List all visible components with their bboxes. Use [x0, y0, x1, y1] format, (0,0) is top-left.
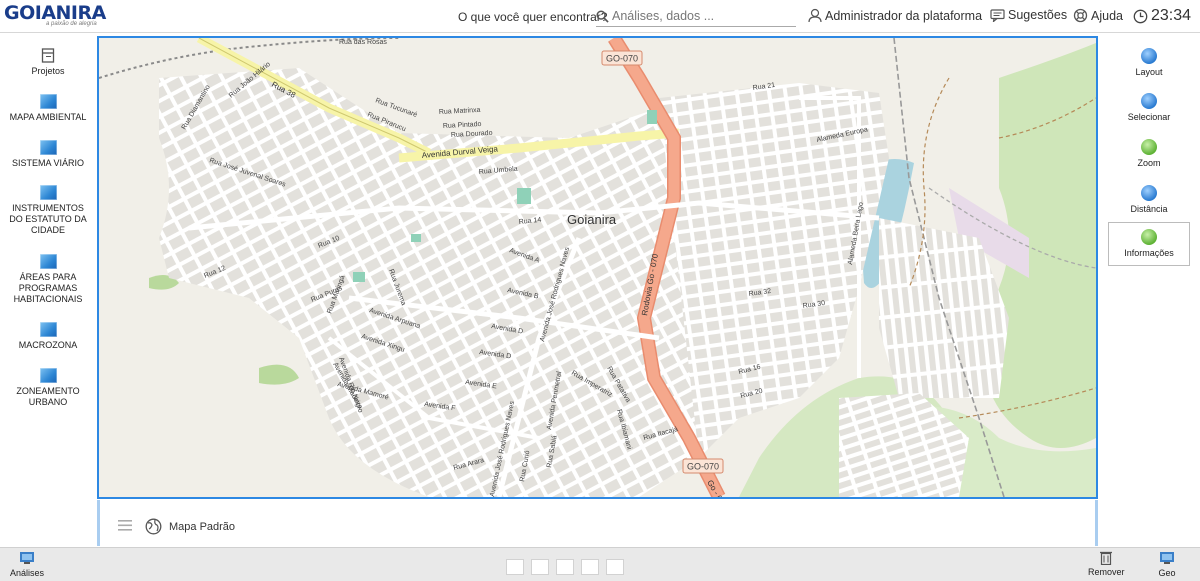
pool: [411, 234, 421, 242]
top-header: GOIANIRA a paixão de alegria O que você …: [0, 0, 1200, 33]
hamburger-menu-icon[interactable]: [118, 520, 132, 531]
nav-label: ZONEAMENTO URBANO: [16, 386, 80, 407]
nav-areas-habitacionais[interactable]: ÁREAS PARA PROGRAMAS HABITACIONAIS: [0, 254, 96, 305]
clock-time: 23:34: [1151, 7, 1192, 24]
clock: 23:34: [1133, 7, 1191, 25]
globe-icon: [145, 518, 162, 535]
user-icon: [808, 8, 822, 23]
folder-icon: [39, 185, 57, 200]
pool: [353, 272, 365, 282]
geo-label: Geo: [1158, 568, 1176, 578]
geo-button[interactable]: Geo: [1158, 550, 1176, 578]
folder-icon: [39, 368, 57, 383]
city-label: Goianira: [567, 212, 617, 227]
search-input[interactable]: [612, 9, 792, 23]
svg-text:GO-070: GO-070: [606, 54, 638, 64]
folder-icon: [39, 254, 57, 269]
help-label: Ajuda: [1091, 8, 1123, 23]
nav-sistema-viario[interactable]: SISTEMA VIÁRIO: [0, 140, 96, 169]
distance-icon: [1141, 185, 1157, 201]
analyses-button[interactable]: Análises: [10, 550, 44, 578]
bottom-bar: Análises Remover Geo: [0, 547, 1200, 581]
nav-label: ÁREAS PARA PROGRAMAS HABITACIONAIS: [13, 272, 83, 304]
right-sidebar: Layout Selecionar Zoom Distância Informa…: [1100, 34, 1200, 546]
pager-slot[interactable]: [581, 559, 599, 575]
user-label: Administrador da plataforma: [825, 8, 983, 23]
help-button[interactable]: Ajuda: [1073, 8, 1123, 23]
pager-slot[interactable]: [531, 559, 549, 575]
clock-icon: [1133, 9, 1148, 23]
suggestions-button[interactable]: Sugestões: [990, 8, 1067, 22]
nav-label: SISTEMA VIÁRIO: [11, 158, 85, 168]
user-menu[interactable]: Administrador da plataforma: [808, 8, 982, 23]
nav-mapa-ambiental[interactable]: MAPA AMBIENTAL: [0, 94, 96, 123]
analyses-icon: [20, 552, 35, 564]
lifebuoy-icon: [1073, 8, 1088, 23]
left-sidebar: Projetos MAPA AMBIENTAL SISTEMA VIÁRIO I…: [0, 34, 96, 546]
pager-slot[interactable]: [556, 559, 574, 575]
zoom-icon: [1141, 139, 1157, 155]
folder-icon: [39, 322, 57, 337]
suggestions-label: Sugestões: [1008, 8, 1068, 22]
tool-label: Zoom: [1137, 158, 1161, 168]
map-viewport[interactable]: GO-070 GO-070 Goianira Rua 38 Avenida Du…: [97, 36, 1098, 499]
search-box[interactable]: [596, 6, 796, 27]
tool-label: Layout: [1135, 67, 1163, 77]
tool-label: Distância: [1130, 204, 1168, 214]
pool: [517, 188, 531, 204]
nav-label: MACROZONA: [18, 340, 78, 350]
map-name-label[interactable]: Mapa Padrão: [169, 521, 235, 533]
nav-label: INSTRUMENTOS DO ESTATUTO DA CIDADE: [9, 203, 87, 235]
logo[interactable]: GOIANIRA a paixão de alegria: [4, 3, 106, 31]
folder-icon: [39, 94, 57, 109]
layout-icon: [1141, 48, 1157, 64]
search-label: O que você quer encontrar?: [458, 10, 608, 24]
map-canvas[interactable]: GO-070 GO-070 Goianira Rua 38 Avenida Du…: [99, 38, 1096, 497]
highway-shield-bottom: GO-070: [682, 458, 724, 474]
select-icon: [1141, 93, 1157, 109]
nav-projetos[interactable]: Projetos: [0, 48, 96, 77]
pager-slot[interactable]: [506, 559, 524, 575]
map-footer: Mapa Padrão: [97, 500, 1098, 546]
analyses-label: Análises: [10, 568, 45, 578]
nav-instrumentos[interactable]: INSTRUMENTOS DO ESTATUTO DA CIDADE: [0, 185, 96, 236]
pager-slot[interactable]: [606, 559, 624, 575]
chat-icon: [990, 8, 1005, 22]
highway-shield-top: GO-070: [601, 50, 643, 66]
trash-icon: [1100, 551, 1113, 566]
tool-label: Informações: [1124, 248, 1174, 258]
pager: [506, 559, 624, 575]
folder-icon: [39, 140, 57, 155]
tool-zoom[interactable]: Zoom: [1108, 139, 1190, 168]
nav-label: MAPA AMBIENTAL: [9, 112, 87, 122]
tool-selecionar[interactable]: Selecionar: [1108, 93, 1190, 122]
logo-text: GOIANIRA: [4, 2, 106, 24]
pool: [647, 110, 657, 124]
tool-layout[interactable]: Layout: [1108, 48, 1190, 77]
geo-icon: [1160, 552, 1174, 564]
info-icon: [1141, 229, 1157, 245]
tool-distancia[interactable]: Distância: [1108, 185, 1190, 214]
remove-button[interactable]: Remover: [1088, 550, 1125, 577]
svg-text:GO-070: GO-070: [687, 462, 719, 472]
tool-informacoes[interactable]: Informações: [1108, 222, 1190, 266]
projects-icon: [41, 48, 55, 63]
logo-tagline: a paixão de alegria: [46, 21, 97, 27]
nav-label: Projetos: [31, 66, 65, 76]
search-icon: [596, 9, 609, 23]
tool-label: Selecionar: [1127, 112, 1171, 122]
nav-macrozona[interactable]: MACROZONA: [0, 322, 96, 351]
remove-label: Remover: [1088, 567, 1125, 577]
road-label: Rua das Rosas: [339, 39, 387, 46]
nav-zoneamento-urbano[interactable]: ZONEAMENTO URBANO: [0, 368, 96, 408]
